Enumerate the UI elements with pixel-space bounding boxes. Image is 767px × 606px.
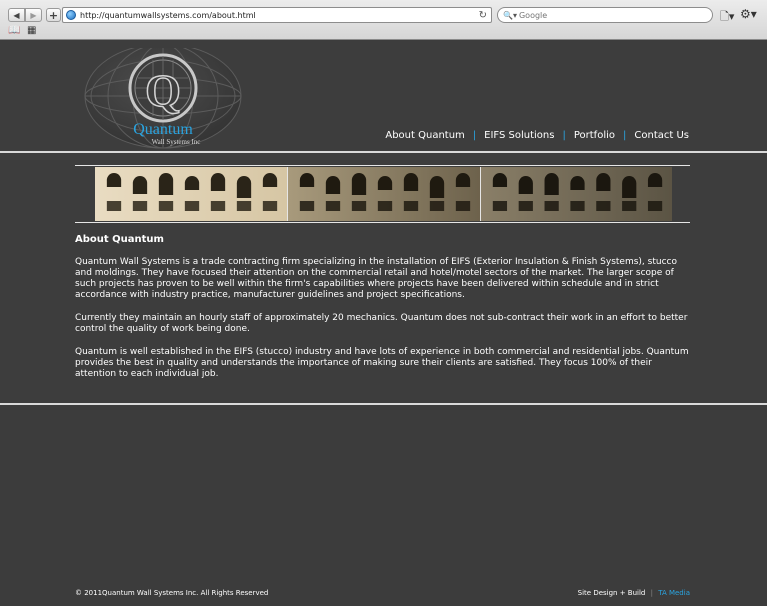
arched-window [622, 176, 637, 198]
top-sites-grid-icon[interactable]: ▦ [27, 25, 36, 36]
arched-window [570, 176, 585, 190]
article-paragraph: Quantum Wall Systems is a trade contract… [75, 257, 677, 300]
browser-toolbar: ◀ ▶ + http://quantumwallsystems.com/abou… [0, 0, 767, 40]
search-icon[interactable]: 🔍▾ [503, 11, 517, 20]
ta-media-link[interactable]: TA Media [658, 589, 690, 597]
site-footer: © 2011Quantum Wall Systems Inc. All Righ… [75, 589, 690, 597]
arched-window [236, 176, 252, 198]
arched-window [132, 176, 148, 194]
lower-window [570, 201, 585, 211]
lower-window [299, 201, 315, 211]
search-input[interactable] [518, 10, 699, 20]
search-bar[interactable]: 🔍▾ [497, 7, 713, 23]
lower-window [518, 201, 533, 211]
lower-window [106, 201, 122, 211]
arched-window [429, 176, 445, 198]
copyright-text: © 2011Quantum Wall Systems Inc. All Righ… [75, 589, 269, 597]
lower-window [403, 201, 419, 211]
arched-window [544, 173, 559, 195]
arched-window [184, 176, 200, 190]
content-divider [0, 403, 767, 405]
nav-portfolio[interactable]: Portfolio [574, 130, 615, 141]
lower-window [262, 201, 278, 211]
globe-icon [66, 10, 76, 20]
new-tab-button[interactable]: + [46, 8, 61, 22]
arched-window [351, 173, 367, 195]
nav-separator: | [562, 130, 566, 141]
lower-window [158, 201, 174, 211]
address-bar[interactable]: http://quantumwallsystems.com/about.html… [62, 7, 492, 23]
arched-window [210, 173, 226, 191]
gear-icon[interactable]: ⚙▾ [740, 7, 757, 21]
arched-window [377, 176, 393, 190]
lower-window [429, 201, 445, 211]
lower-window [647, 201, 663, 211]
lower-window [132, 201, 148, 211]
arched-window [403, 173, 419, 191]
main-nav: About Quantum | EIFS Solutions | Portfol… [385, 130, 689, 141]
arched-window [325, 176, 341, 194]
lower-window [492, 201, 508, 211]
arched-window [158, 173, 174, 195]
article-paragraph: Quantum is well established in the EIFS … [75, 347, 689, 379]
article-paragraph: Currently they maintain an hourly staff … [75, 313, 688, 334]
article-title: About Quantum [75, 234, 164, 245]
credit: Site Design + Build | TA Media [578, 589, 690, 597]
building-arches-photo [95, 167, 672, 221]
arched-window [262, 173, 278, 187]
url-text[interactable]: http://quantumwallsystems.com/about.html [80, 11, 479, 20]
lower-window [544, 201, 559, 211]
logo-letter: Q [145, 65, 181, 116]
credit-divider: | [650, 589, 653, 597]
lower-window [596, 201, 611, 211]
lower-window [351, 201, 367, 211]
banner [75, 165, 690, 223]
logo-tagline: Wall Systems Inc [152, 138, 201, 146]
arched-window [455, 173, 471, 187]
lower-window [325, 201, 341, 211]
quantum-logo[interactable]: Q Quantum Wall Systems Inc [76, 48, 251, 153]
logo-name: Quantum [133, 121, 193, 138]
nav-eifs-solutions[interactable]: EIFS Solutions [484, 130, 554, 141]
arched-window [596, 173, 611, 191]
lower-window [236, 201, 252, 211]
lower-window [622, 201, 637, 211]
nav-separator: | [472, 130, 477, 141]
arched-window [106, 173, 122, 187]
lower-window [210, 201, 226, 211]
page-menu-icon[interactable]: 🗋▾ [720, 8, 734, 27]
credit-label: Site Design + Build [577, 589, 646, 597]
bookmarks-icon[interactable]: 📖 [8, 25, 20, 36]
lower-window [455, 201, 471, 211]
nav-contact-us[interactable]: Contact Us [634, 130, 689, 141]
back-button[interactable]: ◀ [8, 8, 25, 22]
nav-about-quantum[interactable]: About Quantum [385, 130, 464, 141]
arched-window [518, 176, 533, 194]
lower-window [377, 201, 393, 211]
nav-separator: | [623, 130, 627, 141]
arched-window [299, 173, 315, 187]
web-page: Q Quantum Wall Systems Inc About Quantum… [0, 41, 767, 606]
lower-window [184, 201, 200, 211]
arched-window [647, 173, 663, 187]
about-article: About Quantum Quantum Wall Systems is a … [75, 234, 695, 392]
arched-window [492, 173, 508, 187]
reload-icon[interactable]: ↻ [479, 10, 487, 21]
forward-button[interactable]: ▶ [25, 8, 42, 22]
